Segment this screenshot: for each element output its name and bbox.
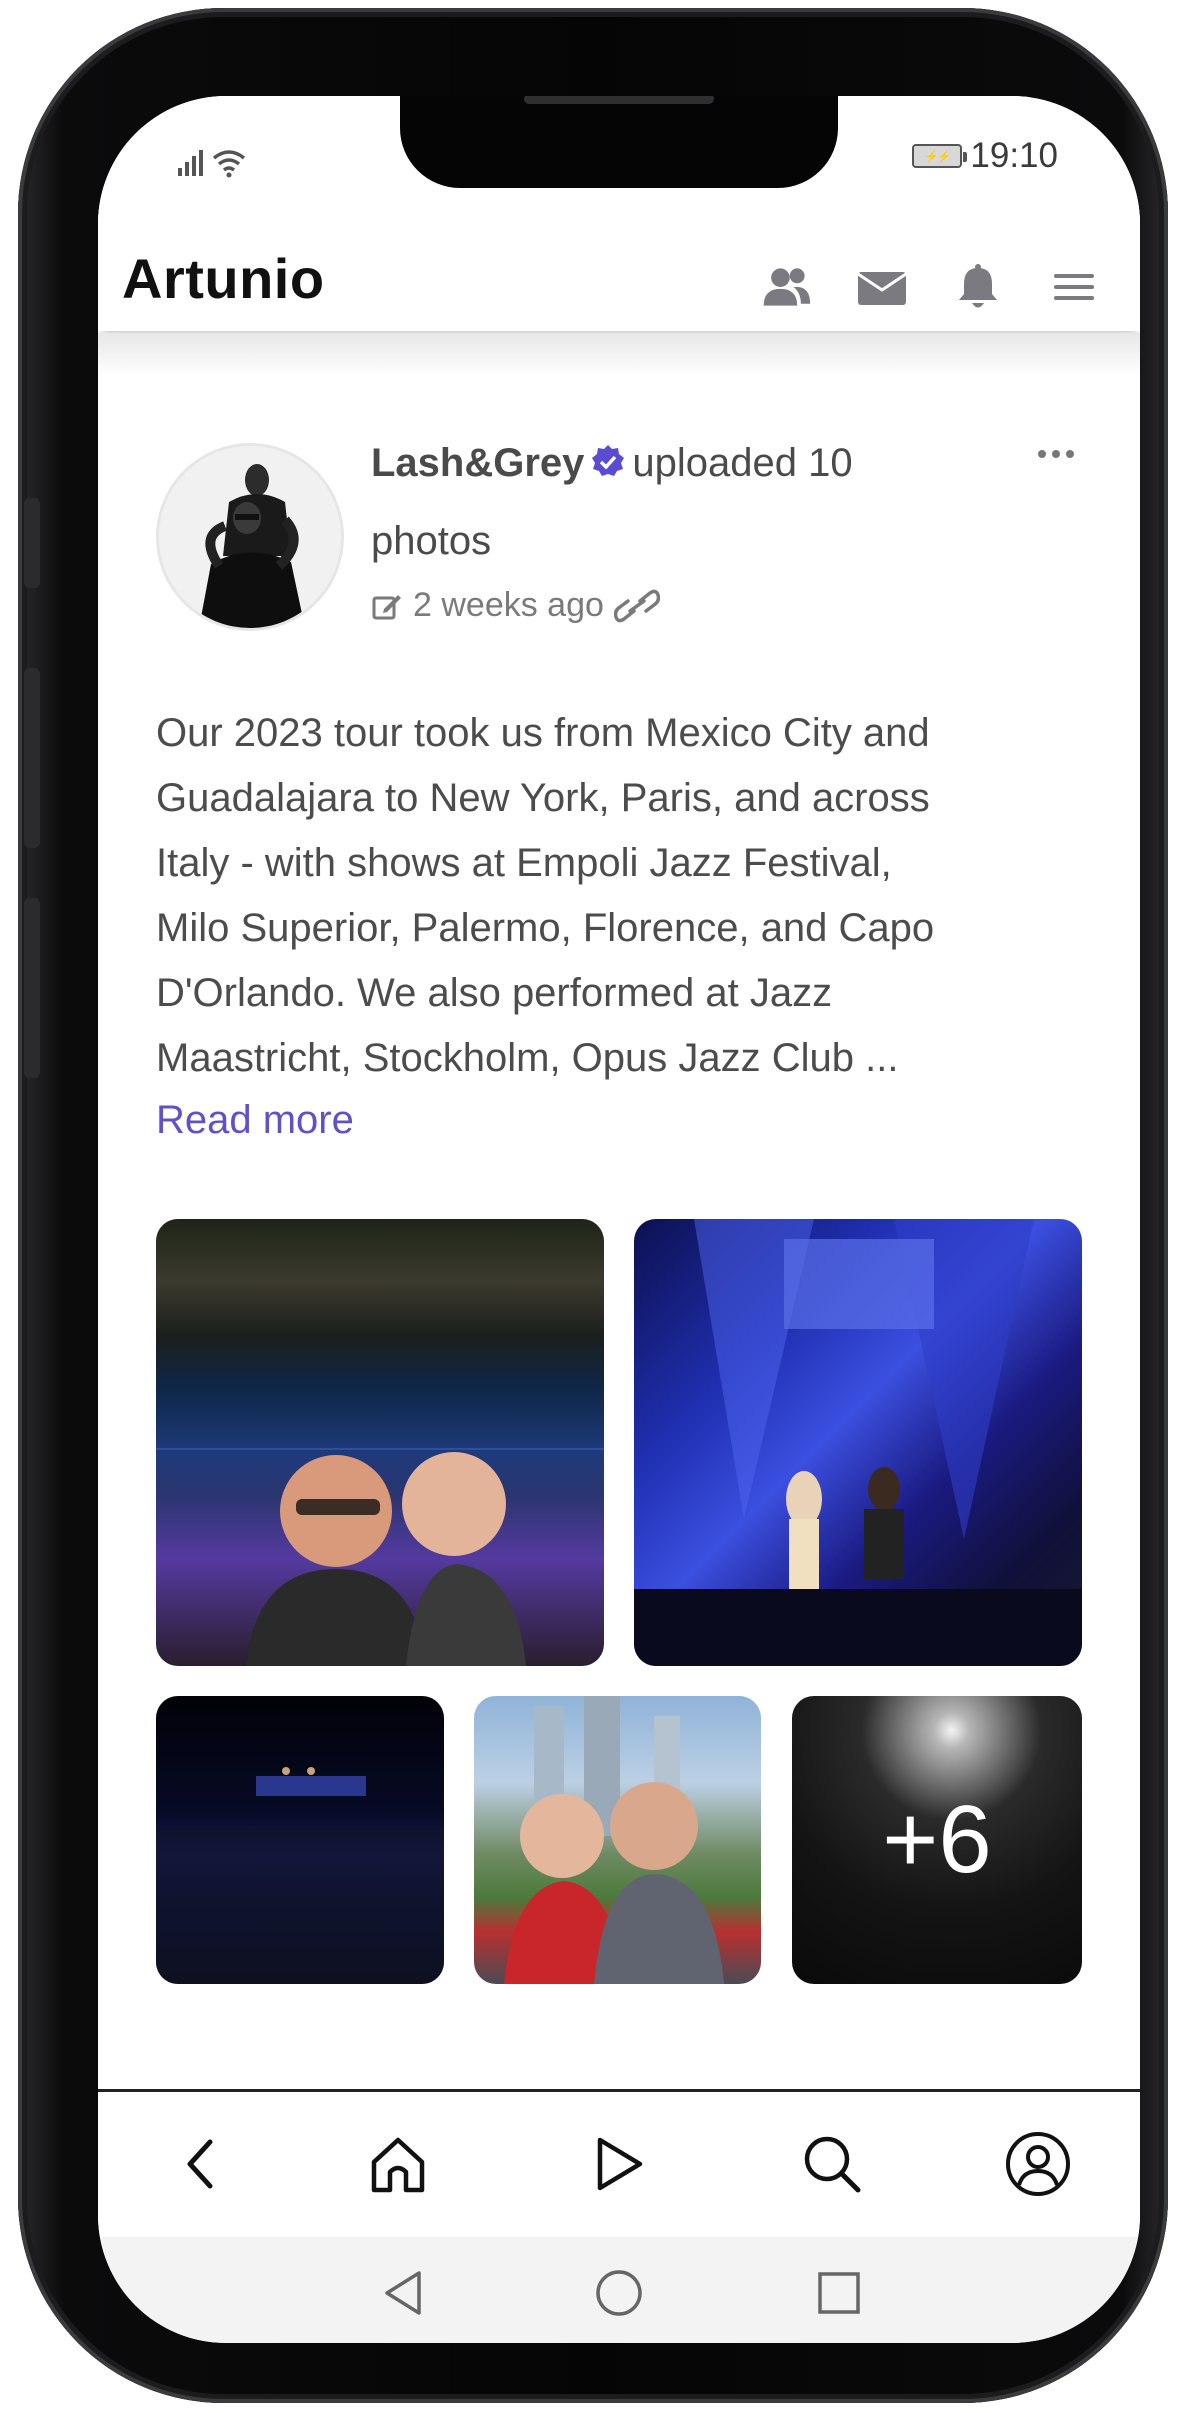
photo-crowd-night[interactable] xyxy=(156,1696,444,1984)
post-body-line: Milo Superior, Palermo, Florence, and Ca… xyxy=(156,906,935,950)
post-options-button[interactable] xyxy=(1038,444,1082,464)
app-logo[interactable]: Artunio xyxy=(122,246,325,311)
post-body-line: Our 2023 tour took us from Mexico City a… xyxy=(156,711,930,755)
status-time: 19:10 xyxy=(970,136,1058,175)
system-home-icon[interactable] xyxy=(589,2263,649,2323)
author-avatar[interactable] xyxy=(156,443,344,631)
people-icon[interactable] xyxy=(760,262,812,312)
post-body-line: D'Orlando. We also performed at Jazz xyxy=(156,971,833,1015)
link-icon[interactable] xyxy=(613,589,660,623)
play-icon[interactable] xyxy=(578,2124,658,2204)
side-button-mute xyxy=(24,498,40,588)
system-back-icon[interactable] xyxy=(373,2263,433,2323)
home-icon[interactable] xyxy=(358,2124,438,2204)
notch xyxy=(400,96,838,188)
post-action-line1: uploaded 10 xyxy=(632,441,853,485)
photo-stage-performance[interactable] xyxy=(634,1219,1082,1666)
verified-badge-icon xyxy=(590,430,626,504)
header-shadow xyxy=(98,333,1140,377)
status-right: ⚡⚡ 19:10 xyxy=(912,136,1058,176)
post-body-line: Maastricht, Stockholm, Opus Jazz Club ..… xyxy=(156,1036,899,1080)
bell-icon[interactable] xyxy=(952,262,1004,312)
system-navigation xyxy=(98,2237,1140,2343)
photo-concert-selfie[interactable] xyxy=(156,1219,604,1666)
bottom-navigation xyxy=(98,2089,1140,2237)
post-action-line2: photos xyxy=(371,519,492,563)
back-icon[interactable] xyxy=(160,2124,240,2204)
notch-speaker xyxy=(524,96,714,104)
phone-frame: ⚡⚡ 19:10 Artunio Lash&Grey uploaded 10 p… xyxy=(18,8,1168,2403)
menu-icon[interactable] xyxy=(1048,262,1100,312)
post-header: Lash&Grey uploaded 10 photos xyxy=(371,426,1011,578)
post-body-line: Guadalajara to New York, Paris, and acro… xyxy=(156,776,930,820)
screen: ⚡⚡ 19:10 Artunio Lash&Grey uploaded 10 p… xyxy=(98,96,1140,2343)
side-button-volume-down xyxy=(24,898,40,1078)
more-photos-count: +6 xyxy=(882,1786,992,1893)
photo-city-selfie[interactable] xyxy=(474,1696,761,1984)
signal-wifi-icon xyxy=(178,150,246,178)
photo-more-overlay[interactable]: +6 xyxy=(792,1696,1082,1984)
system-recents-icon[interactable] xyxy=(809,2263,869,2323)
side-button-volume-up xyxy=(24,668,40,848)
post-meta: 2 weeks ago xyxy=(371,586,660,625)
post-body: Our 2023 tour took us from Mexico City a… xyxy=(156,701,1086,1091)
edit-icon[interactable] xyxy=(371,590,403,622)
search-icon[interactable] xyxy=(792,2124,872,2204)
battery-icon: ⚡⚡ xyxy=(912,144,968,168)
app-header: Artunio xyxy=(98,206,1140,331)
profile-icon[interactable] xyxy=(998,2124,1078,2204)
mail-icon[interactable] xyxy=(856,262,908,312)
header-actions xyxy=(760,262,1100,312)
read-more-link[interactable]: Read more xyxy=(156,1098,354,1143)
avatar-image xyxy=(159,446,341,628)
post-timestamp[interactable]: 2 weeks ago xyxy=(413,586,604,625)
post-body-line: Italy - with shows at Empoli Jazz Festiv… xyxy=(156,841,892,885)
author-name[interactable]: Lash&Grey xyxy=(371,441,584,485)
